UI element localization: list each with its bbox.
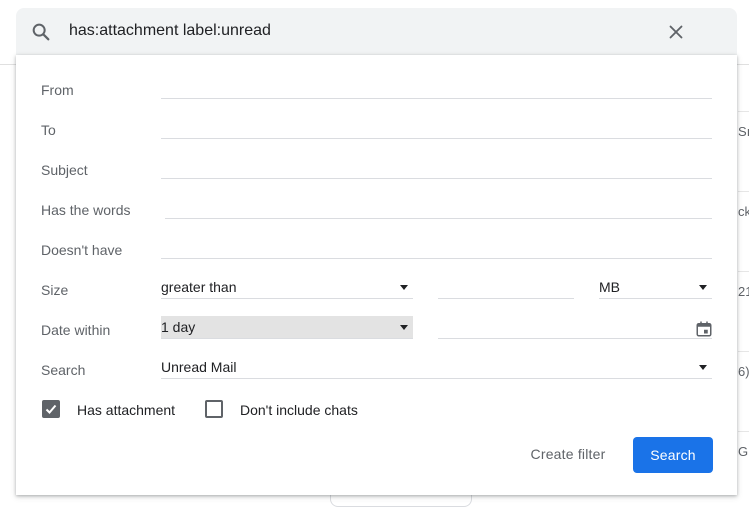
search-icon[interactable] [30, 21, 52, 43]
dropdown-caret-icon [400, 285, 408, 290]
background-email-snippet: 21 [738, 284, 749, 299]
create-filter-button[interactable]: Create filter [512, 436, 624, 472]
background-email-snippet: G [738, 444, 749, 459]
doesnt-have-field[interactable] [161, 236, 712, 259]
from-label: From [41, 82, 74, 98]
dont-include-chats-label: Don't include chats [240, 402, 358, 418]
size-unit-value: MB [599, 279, 620, 295]
background-row-divider [738, 111, 749, 112]
dropdown-caret-icon [400, 325, 408, 330]
doesnt-have-label: Doesn't have [41, 242, 123, 258]
date-field[interactable] [438, 316, 712, 339]
search-bar[interactable]: has:attachment label:unread [16, 8, 737, 56]
to-field[interactable] [161, 116, 712, 139]
background-row-divider [738, 431, 749, 432]
from-field[interactable] [161, 76, 712, 99]
has-attachment-label: Has attachment [77, 402, 176, 418]
background-email-snippet: ck [738, 204, 749, 219]
close-icon[interactable] [665, 21, 687, 43]
background-row-divider [738, 271, 749, 272]
search-query-text[interactable]: has:attachment label:unread [69, 22, 271, 40]
has-attachment-checkbox[interactable] [42, 400, 60, 418]
background-row-divider [738, 191, 749, 192]
size-operator-select[interactable]: greater than [161, 276, 413, 299]
size-value-field[interactable] [438, 276, 574, 299]
dropdown-caret-icon [699, 285, 707, 290]
advanced-search-panel: From To Subject Has the words Doesn't ha… [16, 55, 737, 495]
date-within-label: Date within [41, 322, 111, 338]
date-within-select[interactable]: 1 day [161, 316, 413, 339]
checkmark-icon [45, 404, 57, 414]
search-button[interactable]: Search [633, 437, 713, 473]
to-label: To [41, 122, 56, 138]
search-scope-value: Unread Mail [161, 359, 237, 375]
dont-include-chats-checkbox[interactable] [205, 400, 223, 418]
subject-label: Subject [41, 162, 88, 178]
search-scope-select[interactable]: Unread Mail [161, 356, 712, 379]
date-within-value: 1 day [161, 319, 196, 335]
size-unit-select[interactable]: MB [599, 276, 712, 299]
size-operator-value: greater than [161, 279, 237, 295]
background-email-snippet: 6) [738, 364, 749, 379]
calendar-icon[interactable] [695, 320, 713, 338]
background-email-snippet: Sı [738, 124, 749, 139]
subject-field[interactable] [161, 156, 712, 179]
dropdown-caret-icon [699, 365, 707, 370]
background-row-divider [738, 351, 749, 352]
has-words-label: Has the words [41, 202, 131, 218]
search-scope-label: Search [41, 362, 86, 378]
has-words-field[interactable] [165, 196, 712, 219]
size-label: Size [41, 282, 69, 298]
